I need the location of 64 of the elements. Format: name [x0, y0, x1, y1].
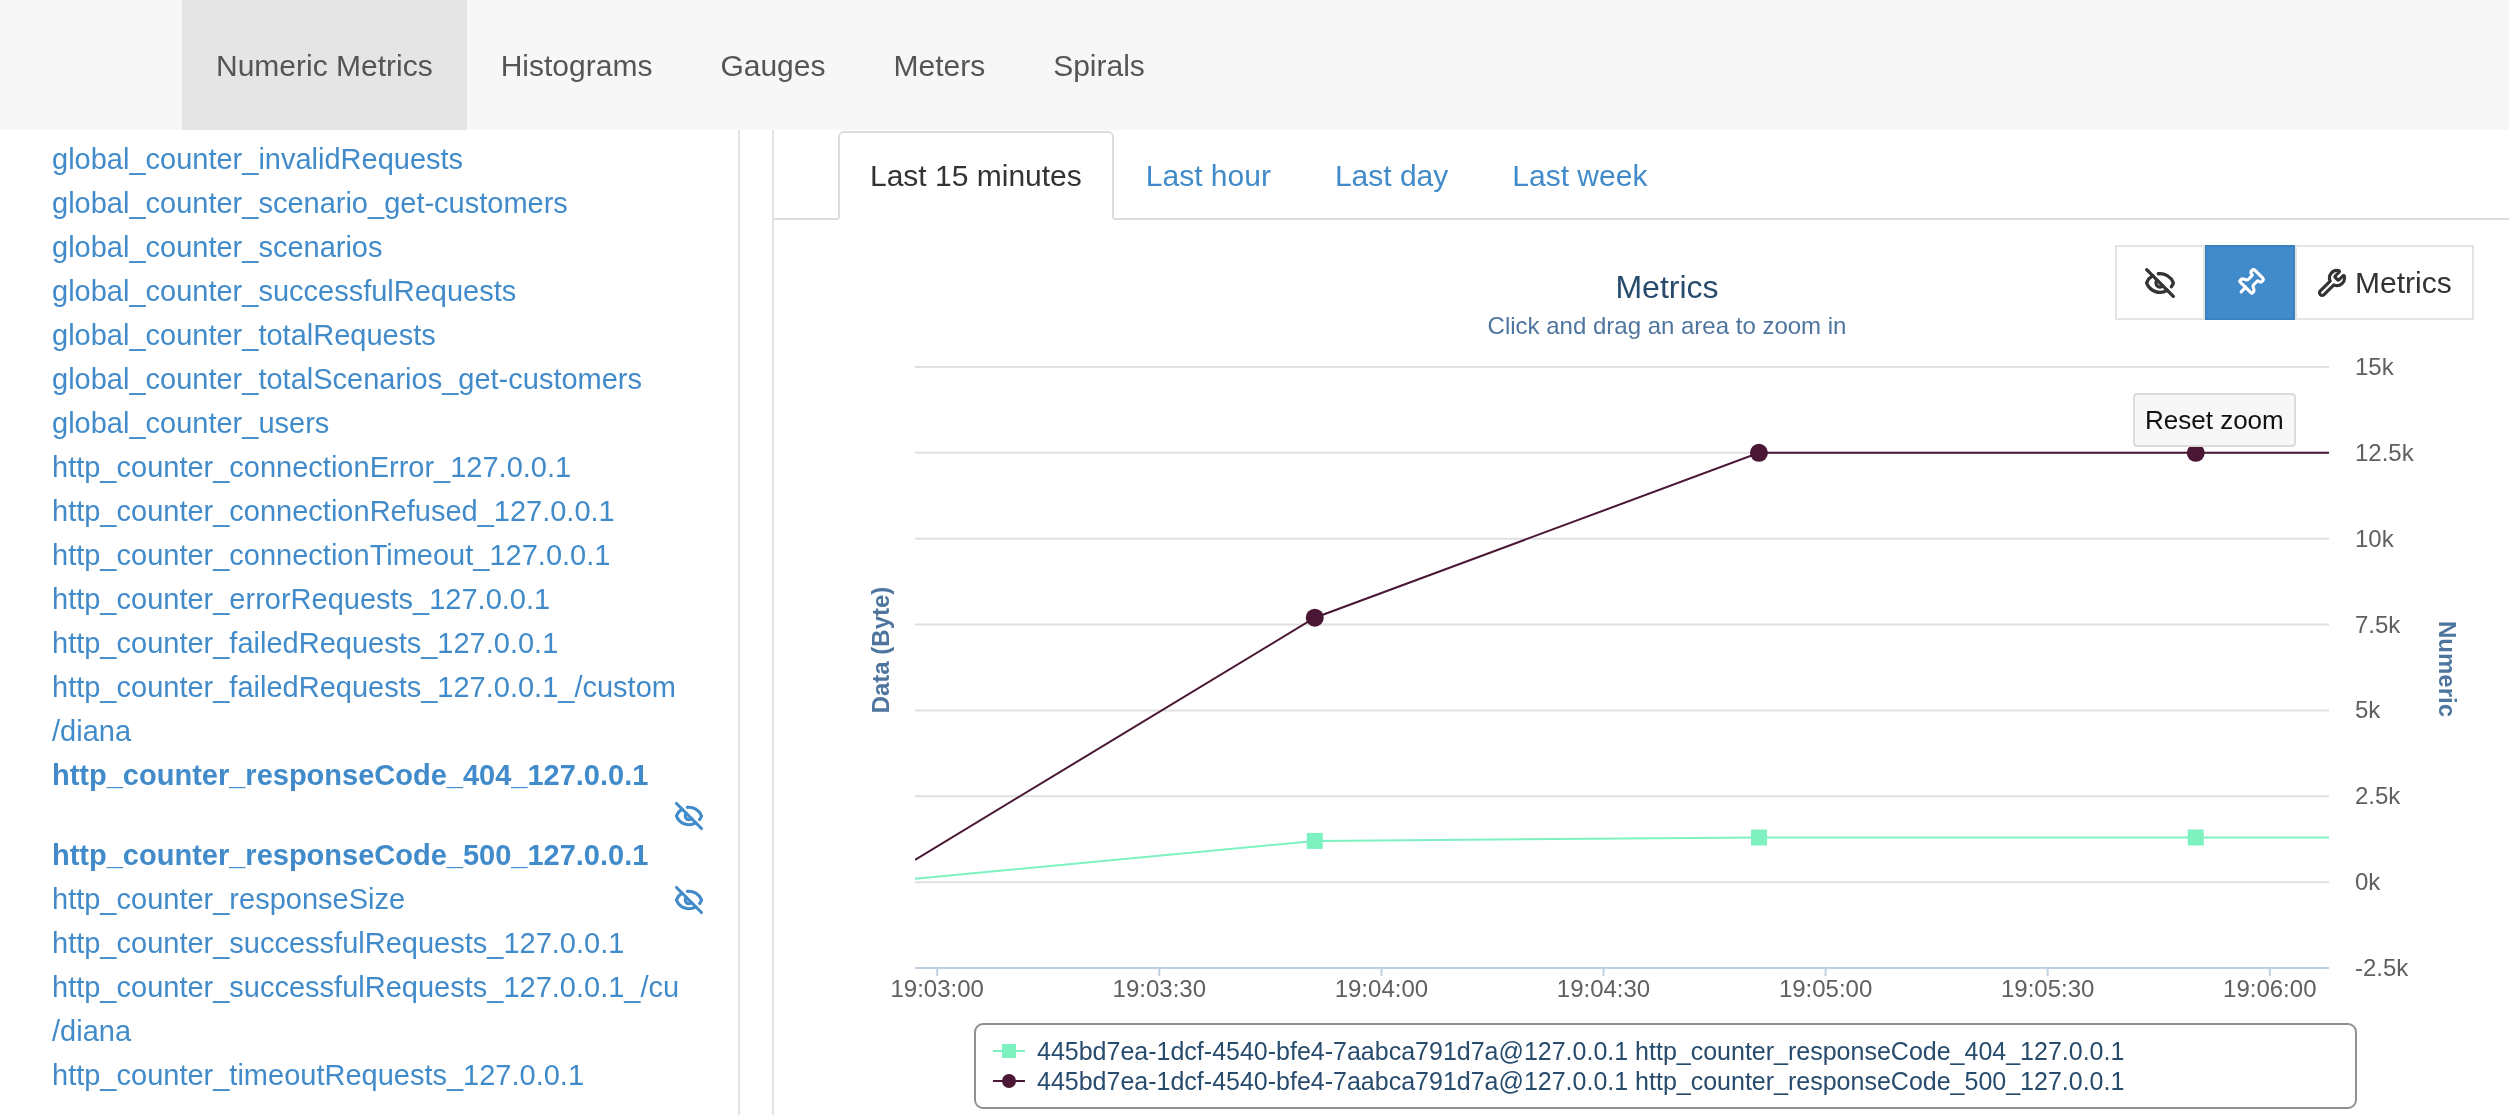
metric-link[interactable]: http_counter_responseCode_404_127.0.0.1: [52, 754, 649, 798]
x-tick-label: 19:04:00: [1334, 975, 1429, 1002]
eye-slash-icon[interactable]: [674, 885, 704, 915]
wrench-icon: [2317, 267, 2347, 298]
y-tick-label: 7.5k: [2355, 610, 2401, 638]
x-tick-label: 19:04:30: [1556, 975, 1651, 1002]
metric-link[interactable]: global_counter_successfulRequests: [52, 270, 517, 314]
legend-label[interactable]: 445bd7ea-1dcf-4540-bfe4-7aabca791d7a@127.0.0.1 http_counter_responseCode_500_127.0.0.1: [1037, 1067, 2125, 1095]
metric-link-continuation[interactable]: /diana: [52, 710, 131, 754]
metric-link[interactable]: http_counter_successfulRequests_127.0.0.1: [52, 922, 625, 966]
y-tick-label: -2.5k: [2355, 954, 2409, 981]
x-tick-label: 19:05:00: [1778, 975, 1873, 1002]
eye-slash-icon[interactable]: [674, 801, 704, 831]
metric-link[interactable]: global_counter_scenario_get-customers: [52, 182, 568, 226]
data-point: [2187, 829, 2204, 846]
metric-link[interactable]: global_counter_totalRequests: [52, 314, 436, 358]
x-tick-label: 19:03:00: [890, 975, 984, 1002]
metric-link[interactable]: http_counter_failedRequests_127.0.0.1_/custom: [52, 666, 676, 710]
nav-tab[interactable]: Gauges: [686, 0, 860, 130]
legend-symbol: [992, 1074, 1026, 1088]
nav-tab[interactable]: Spirals: [1019, 0, 1179, 130]
right-axis-label: Numeric: [2434, 621, 2461, 717]
data-point: [1750, 829, 1767, 846]
legend-symbol: [992, 1044, 1026, 1058]
y-tick-label: 0k: [2355, 868, 2381, 896]
metric-link[interactable]: http_counter_connectionTimeout_127.0.0.1: [52, 534, 611, 578]
metric-link[interactable]: http_counter_successfulRequests_127.0.0.1_/cu: [52, 966, 680, 1010]
metric-link[interactable]: global_counter_scenarios: [52, 226, 383, 270]
x-tick-label: 19:06:00: [2223, 975, 2317, 1002]
metric-link[interactable]: http_counter_connectionError_127.0.0.1: [52, 446, 572, 490]
legend-label[interactable]: 445bd7ea-1dcf-4540-bfe4-7aabca791d7a@127.0.0.1 http_counter_responseCode_404_127.0.0.1: [1037, 1037, 2125, 1065]
metric-link[interactable]: global_counter_totalScenarios_get-customers: [52, 358, 642, 402]
y-tick-label: 2.5k: [2355, 782, 2401, 810]
y-tick-label: 15k: [2355, 353, 2394, 380]
chart-toolbar-button[interactable]: Metrics: [2295, 245, 2474, 320]
nav-tab[interactable]: Meters: [859, 0, 1020, 130]
metric-link[interactable]: http_counter_connectionRefused_127.0.0.1: [52, 490, 615, 534]
metric-link[interactable]: http_counter_responseSize: [52, 878, 406, 922]
metric-link[interactable]: http_counter_timeoutRequests_127.0.0.1: [52, 1054, 585, 1098]
x-tick-label: 19:03:30: [1112, 975, 1206, 1002]
chart-title: Metrics: [1615, 269, 1719, 305]
time-range-tab[interactable]: Last 15 minutes: [838, 131, 1114, 220]
y-tick-label: 12.5k: [2355, 438, 2414, 466]
time-range-tab[interactable]: Last week: [1480, 131, 1680, 220]
y-tick-label: 10k: [2355, 524, 2394, 552]
metric-link[interactable]: http_counter_failedRequests_127.0.0.1: [52, 622, 559, 666]
data-point: [1749, 443, 1768, 462]
metric-link[interactable]: global_counter_invalidRequests: [52, 138, 464, 182]
metric-link-continuation[interactable]: /diana: [52, 1010, 131, 1054]
x-tick-label: 19:05:30: [2000, 975, 2095, 1002]
metric-link[interactable]: http_counter_errorRequests_127.0.0.1: [52, 578, 551, 622]
reset-zoom-button[interactable]: Reset zoom: [2133, 393, 2296, 447]
nav-tab[interactable]: Numeric Metrics: [182, 0, 467, 130]
metric-link[interactable]: http_counter_responseCode_500_127.0.0.1: [52, 834, 649, 878]
metric-link[interactable]: global_counter_users: [52, 402, 330, 446]
y-tick-label: 5k: [2355, 696, 2381, 724]
time-range-tab[interactable]: Last hour: [1113, 131, 1303, 220]
data-point: [1305, 608, 1324, 627]
left-axis-label: Data (Byte): [867, 586, 894, 714]
eye-slash-icon: [2144, 266, 2176, 299]
nav-tab[interactable]: Histograms: [466, 0, 687, 130]
chart-subtitle: Click and drag an area to zoom in: [1487, 312, 1847, 339]
time-range-tab[interactable]: Last day: [1302, 131, 1481, 220]
data-point: [1306, 832, 1323, 849]
